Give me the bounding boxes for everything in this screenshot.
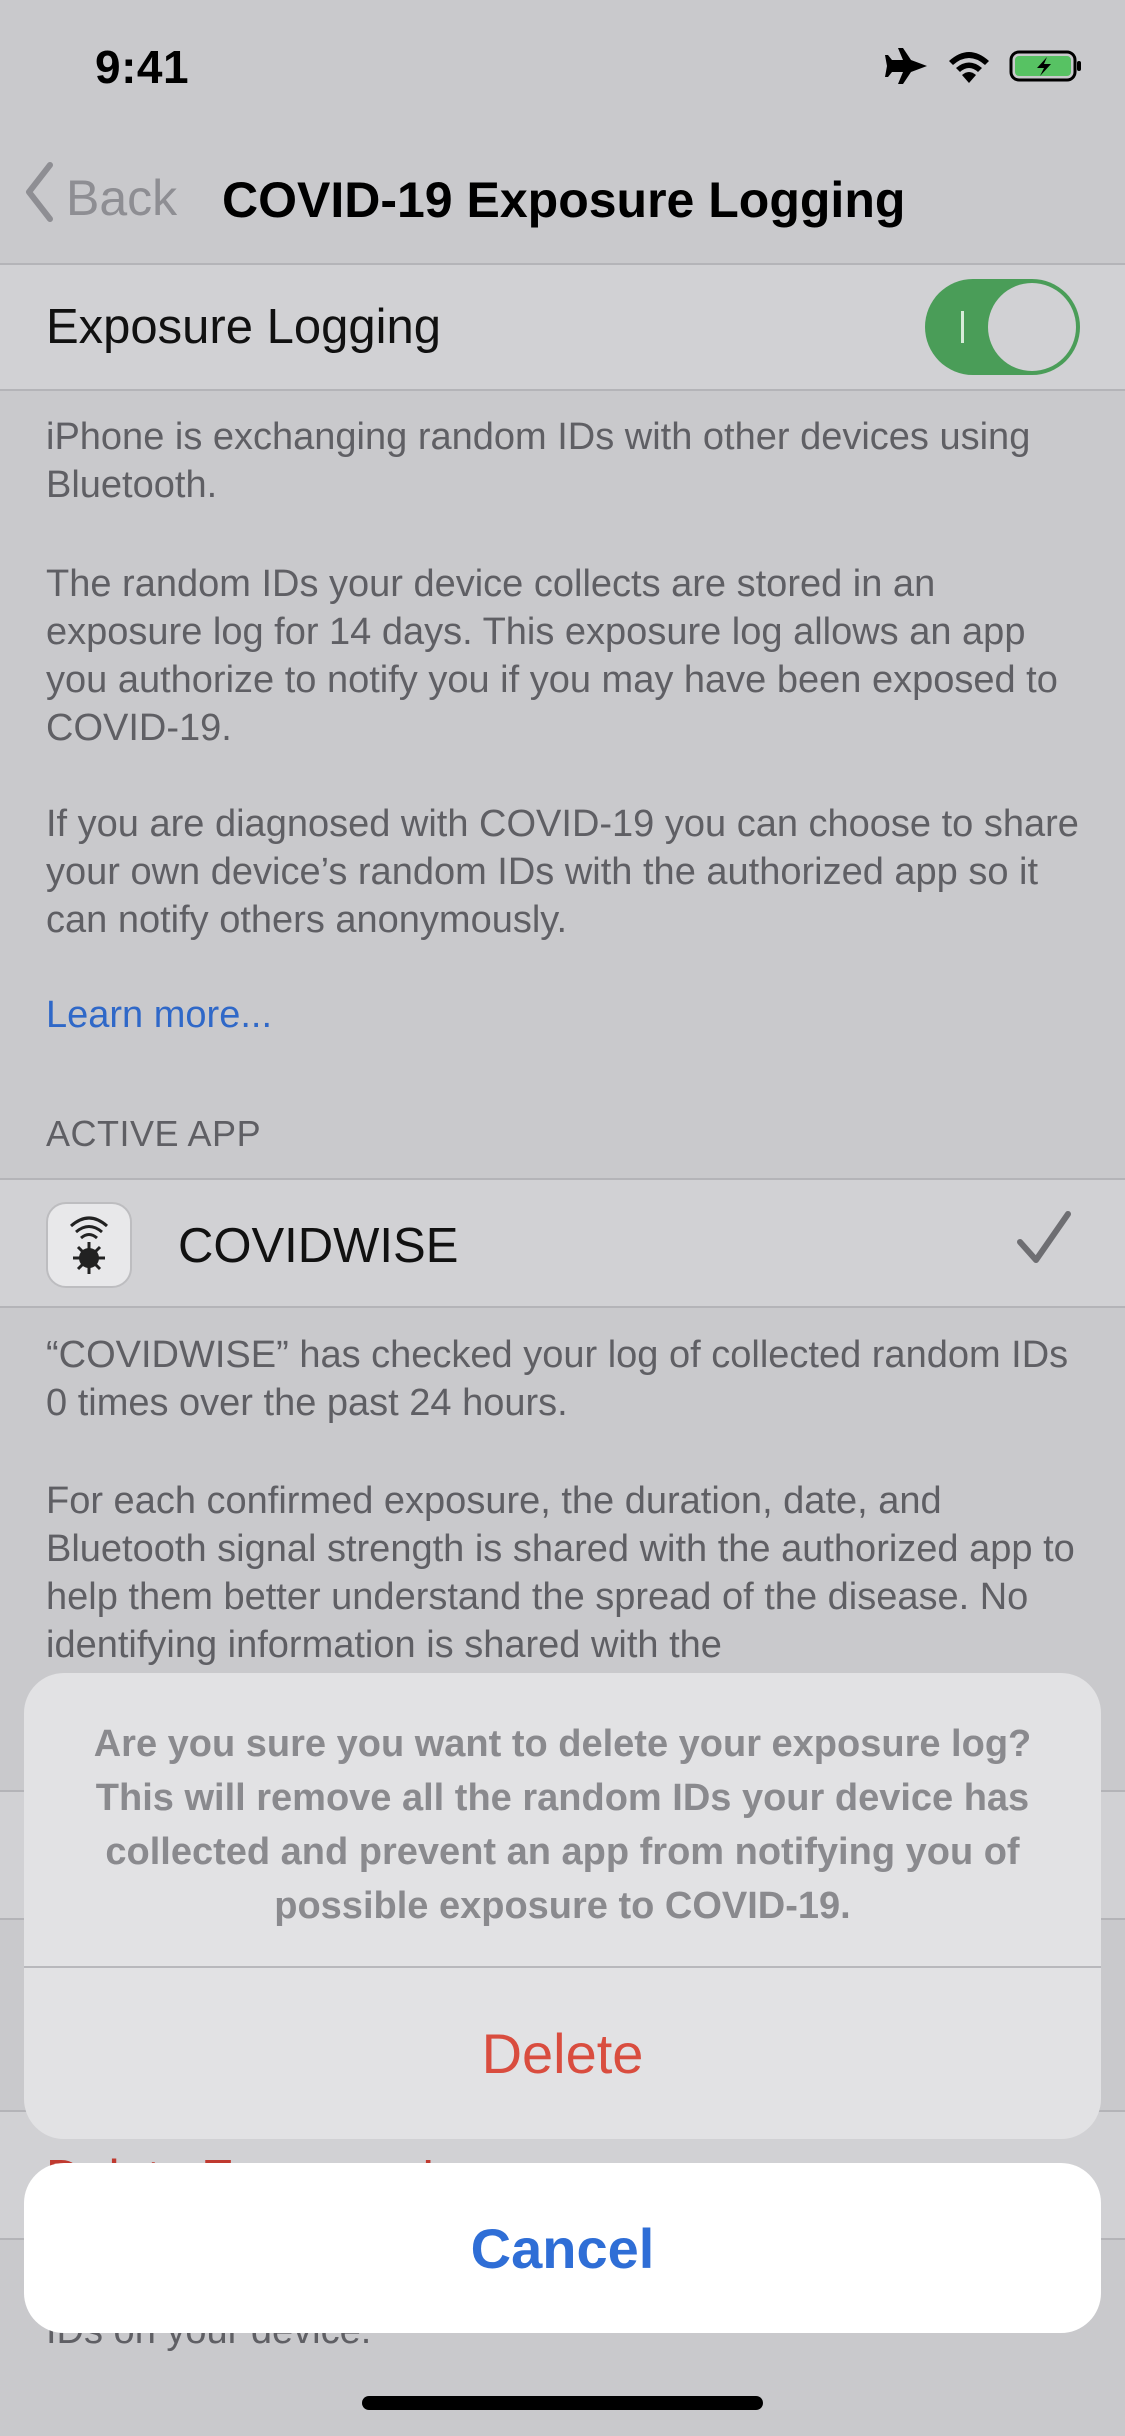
- toggle-knob: [988, 283, 1076, 371]
- status-icons: [883, 46, 1083, 91]
- delete-button[interactable]: Delete: [24, 1968, 1101, 2139]
- delete-confirmation-sheet: Are you sure you want to delete your exp…: [24, 1673, 1101, 2139]
- active-app-row[interactable]: COVIDWISE: [0, 1178, 1125, 1308]
- status-bar: 9:41: [0, 0, 1125, 135]
- exposure-logging-row: Exposure Logging: [0, 265, 1125, 391]
- description-bluetooth: iPhone is exchanging random IDs with oth…: [46, 416, 1031, 506]
- confirmation-message: Are you sure you want to delete your exp…: [93, 1723, 1032, 1927]
- navigation-bar: Back COVID-19 Exposure Logging: [0, 135, 1125, 265]
- back-button[interactable]: Back: [24, 161, 178, 235]
- toggle-on-mark: [961, 311, 964, 343]
- exposure-logging-toggle[interactable]: [925, 279, 1080, 375]
- home-indicator[interactable]: [362, 2396, 763, 2410]
- covidwise-app-icon: [46, 1202, 132, 1288]
- learn-more-link[interactable]: Learn more...: [46, 994, 272, 1037]
- active-app-name: COVIDWISE: [178, 1219, 459, 1273]
- page-title: COVID-19 Exposure Logging: [222, 172, 906, 228]
- description-exposure-log: The random IDs your device collects are …: [46, 563, 1058, 749]
- airplane-icon: [883, 46, 929, 91]
- description-check-count: “COVIDWISE” has checked your log of coll…: [46, 1334, 1069, 1424]
- description-diagnosis: If you are diagnosed with COVID-19 you c…: [46, 803, 1079, 941]
- status-time: 9:41: [95, 41, 190, 93]
- active-app-header: ACTIVE APP: [46, 1113, 262, 1154]
- checkmark-icon: [1016, 1208, 1072, 1268]
- back-label: Back: [66, 170, 178, 226]
- wifi-icon: [947, 49, 991, 88]
- cancel-button[interactable]: Cancel: [24, 2163, 1101, 2333]
- chevron-left-icon: [24, 161, 54, 235]
- battery-charging-icon: [1009, 48, 1083, 89]
- exposure-logging-label: Exposure Logging: [46, 300, 442, 354]
- description-shared-info: For each confirmed exposure, the duratio…: [46, 1480, 1075, 1666]
